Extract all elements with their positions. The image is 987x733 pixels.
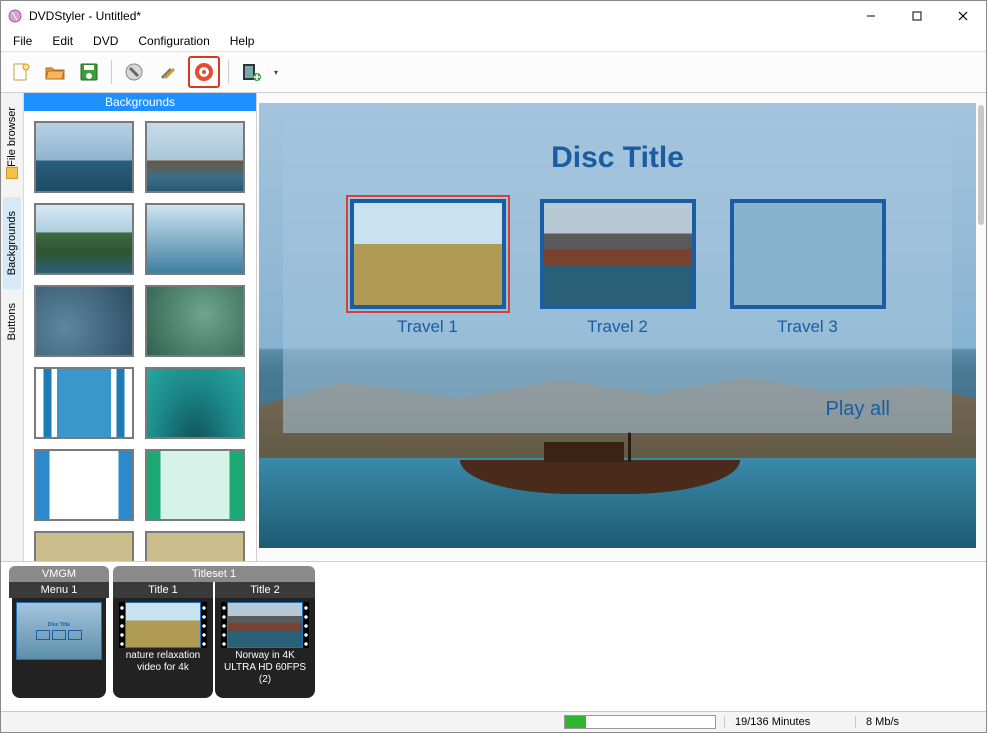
bg-blue-frame[interactable] <box>34 449 134 521</box>
bg-green-blur[interactable] <box>145 285 245 357</box>
menu-dvd[interactable]: DVD <box>85 32 126 50</box>
menu-btn-travel-1[interactable]: Travel 1 <box>350 199 506 337</box>
filmstrip-add-icon <box>240 61 262 83</box>
bg-blue-blur[interactable] <box>34 285 134 357</box>
preview-scrollbar[interactable] <box>978 105 984 225</box>
tools-icon <box>157 61 179 83</box>
menu-btn-travel-3-thumb[interactable] <box>730 199 886 309</box>
side-tab-strip: File browser Backgrounds Buttons <box>1 93 24 561</box>
play-all-button[interactable]: Play all <box>826 398 890 421</box>
save-icon <box>78 61 100 83</box>
vmgm-menu-label: Menu 1 <box>9 582 109 598</box>
menu-file[interactable]: File <box>5 32 40 50</box>
tab-file-browser[interactable]: File browser <box>3 93 21 197</box>
tab-buttons-label: Buttons <box>6 303 18 340</box>
new-file-icon <box>10 61 32 83</box>
backgrounds-gallery[interactable] <box>24 111 256 561</box>
folder-icon <box>6 167 18 179</box>
menu-preview[interactable]: Disc Title Travel 1 Travel 2 Travel 3 Play… <box>259 103 976 548</box>
timeline-panel[interactable]: VMGM Menu 1 Disc Title Titleset 1 Title … <box>1 561 986 711</box>
burn-disc-icon <box>193 61 215 83</box>
titleset1-block[interactable]: Titleset 1 Title 1 nature relaxation vid… <box>113 566 315 698</box>
bg-coastline[interactable] <box>34 203 134 275</box>
bg-teal-wave[interactable] <box>145 367 245 439</box>
title-bar: DVDStyler - Untitled* <box>1 1 986 31</box>
status-bar: 19/136 Minutes 8 Mb/s <box>1 711 986 732</box>
title2-thumbnail[interactable] <box>227 602 303 648</box>
bg-green-frame[interactable] <box>145 449 245 521</box>
disc-title-text[interactable]: Disc Title <box>551 141 684 175</box>
vmgm-head: VMGM <box>9 566 109 582</box>
tab-backgrounds[interactable]: Backgrounds <box>3 197 21 289</box>
menu-edit[interactable]: Edit <box>44 32 81 50</box>
save-project-button[interactable] <box>75 58 103 86</box>
title1-thumbnail[interactable] <box>125 602 201 648</box>
bg-blue-gradient[interactable] <box>145 203 245 275</box>
menu-btn-travel-2-thumb[interactable] <box>540 199 696 309</box>
bg-ocean[interactable] <box>34 121 134 193</box>
menu-btn-travel-3[interactable]: Travel 3 <box>730 199 886 337</box>
title2-caption: Norway in 4K ULTRA HD 60FPS (2) <box>219 650 311 686</box>
vmgm-body: Disc Title <box>12 598 106 698</box>
app-window: DVDStyler - Untitled* File Edit DVD Conf… <box>0 0 987 733</box>
toolbar-separator <box>228 60 229 84</box>
folder-open-icon <box>44 61 66 83</box>
bg-shipwreck[interactable] <box>145 121 245 193</box>
add-title-dropdown[interactable]: ▾ <box>271 68 281 77</box>
bg-blue-stripes[interactable] <box>34 367 134 439</box>
menu-btn-travel-1-label: Travel 1 <box>397 317 458 337</box>
titleset1-head: Titleset 1 <box>113 566 315 582</box>
menu1-thumbnail[interactable]: Disc Title <box>16 602 102 660</box>
backgrounds-header: Backgrounds <box>24 93 256 111</box>
app-icon <box>7 8 23 24</box>
menu-overlay: Disc Title Travel 1 Travel 2 Travel 3 Play… <box>283 123 952 433</box>
title1-body: nature relaxation video for 4k <box>113 598 213 698</box>
title2-label: Title 2 <box>215 582 315 598</box>
tab-backgrounds-label: Backgrounds <box>6 211 18 275</box>
new-project-button[interactable] <box>7 58 35 86</box>
tab-file-browser-label: File browser <box>6 107 18 167</box>
toolbar: ▾ <box>1 52 986 93</box>
background-shipwreck <box>460 424 740 494</box>
menu-help[interactable]: Help <box>222 32 263 50</box>
title2-body: Norway in 4K ULTRA HD 60FPS (2) <box>215 598 315 698</box>
settings-button[interactable] <box>154 58 182 86</box>
menu-btn-travel-2-label: Travel 2 <box>587 317 648 337</box>
window-title: DVDStyler - Untitled* <box>29 9 848 23</box>
bitrate-status: 8 Mb/s <box>855 716 986 728</box>
title1-label: Title 1 <box>113 582 213 598</box>
preview-pane: Disc Title Travel 1 Travel 2 Travel 3 Play… <box>257 93 986 561</box>
tab-buttons[interactable]: Buttons <box>3 289 21 354</box>
menu-btn-travel-3-label: Travel 3 <box>777 317 838 337</box>
wrench-disc-icon <box>123 61 145 83</box>
menu-btn-travel-2[interactable]: Travel 2 <box>540 199 696 337</box>
menu-bar: File Edit DVD Configuration Help <box>1 31 986 52</box>
backgrounds-panel: Backgrounds <box>24 93 257 561</box>
menu-configuration[interactable]: Configuration <box>130 32 217 50</box>
bg-plain[interactable] <box>34 531 134 561</box>
menu-buttons-row: Travel 1 Travel 2 Travel 3 <box>350 199 886 337</box>
bg-plain-2[interactable] <box>145 531 245 561</box>
maximize-button[interactable] <box>894 1 940 31</box>
add-title-button[interactable] <box>237 58 265 86</box>
burn-disc-button[interactable] <box>188 56 220 88</box>
vmgm-block[interactable]: VMGM Menu 1 Disc Title <box>9 566 109 698</box>
toolbar-separator <box>111 60 112 84</box>
close-button[interactable] <box>940 1 986 31</box>
title1-caption: nature relaxation video for 4k <box>117 650 209 674</box>
dvd-options-button[interactable] <box>120 58 148 86</box>
duration-status: 19/136 Minutes <box>724 716 855 728</box>
disc-usage-progress <box>564 715 716 729</box>
menu-btn-travel-1-thumb[interactable] <box>350 199 506 309</box>
open-project-button[interactable] <box>41 58 69 86</box>
minimize-button[interactable] <box>848 1 894 31</box>
